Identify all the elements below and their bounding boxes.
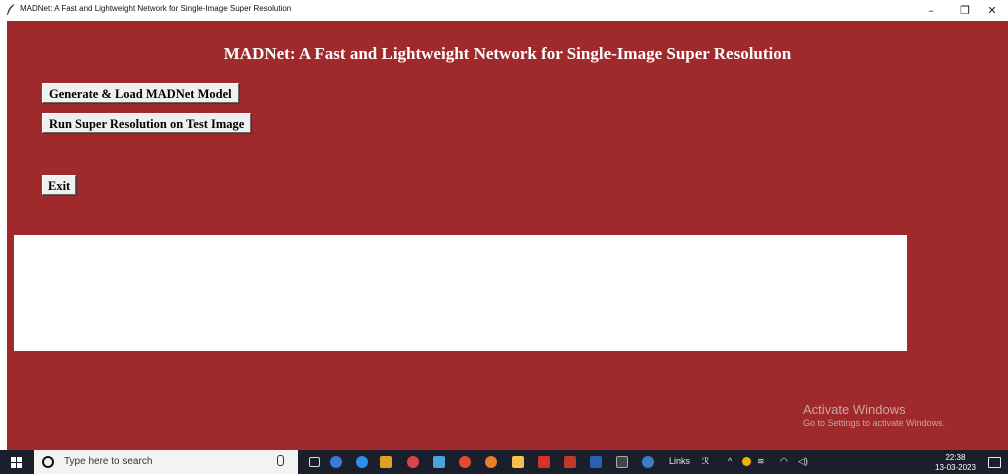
activate-windows-watermark: Activate Windows Go to Settings to activ…: [803, 402, 945, 428]
output-text-area[interactable]: [14, 235, 907, 351]
task-view-icon[interactable]: [309, 457, 320, 467]
file-explorer-icon[interactable]: [512, 456, 524, 468]
taskbar: Type here to search Links ℛ ^ ≋ ◠ ◁) 22:…: [0, 450, 1008, 474]
app-icon[interactable]: [564, 456, 576, 468]
app-icon[interactable]: [407, 456, 419, 468]
window-title: MADNet: A Fast and Lightweight Network f…: [20, 4, 292, 13]
acrobat-icon[interactable]: [538, 456, 550, 468]
links-toolbar[interactable]: Links: [669, 456, 690, 466]
tray-app-icon[interactable]: [742, 457, 751, 466]
network-icon[interactable]: ≋: [757, 456, 765, 467]
window-titlebar: MADNet: A Fast and Lightweight Network f…: [0, 0, 1008, 21]
notification-icon[interactable]: [988, 457, 1001, 468]
edge-icon[interactable]: [356, 456, 368, 468]
chevron-up-icon[interactable]: ^: [728, 456, 732, 466]
store-icon[interactable]: [380, 456, 392, 468]
close-button[interactable]: ✕: [975, 0, 1008, 21]
people-icon[interactable]: ℛ: [702, 456, 709, 467]
page-title: MADNet: A Fast and Lightweight Network f…: [223, 44, 792, 63]
app-canvas: MADNet: A Fast and Lightweight Network f…: [7, 21, 1008, 450]
microphone-icon[interactable]: [277, 455, 284, 466]
watermark-subtitle: Go to Settings to activate Windows.: [803, 418, 946, 428]
terminal-icon[interactable]: [616, 456, 628, 468]
watermark-title: Activate Windows: [803, 402, 906, 417]
cortana-icon: [42, 456, 54, 468]
feather-icon: [7, 4, 15, 15]
python-icon[interactable]: [642, 456, 654, 468]
windows-start-icon[interactable]: [11, 457, 22, 468]
run-super-resolution-button[interactable]: Run Super Resolution on Test Image: [42, 113, 252, 133]
app-icon[interactable]: [330, 456, 342, 468]
chrome-icon[interactable]: [459, 456, 471, 468]
chrome-canary-icon[interactable]: [485, 456, 497, 468]
taskbar-search-box[interactable]: Type here to search: [34, 450, 298, 474]
app-icon[interactable]: [433, 456, 445, 468]
system-clock[interactable]: 22:38 13-03-2023: [935, 453, 976, 473]
generate-load-model-button[interactable]: Generate & Load MADNet Model: [42, 83, 239, 103]
exit-button[interactable]: Exit: [42, 175, 77, 195]
word-icon[interactable]: [590, 456, 602, 468]
minimize-button[interactable]: –: [914, 0, 948, 21]
clock-time: 22:38: [945, 453, 966, 462]
wifi-icon[interactable]: ◠: [780, 456, 788, 467]
search-placeholder: Type here to search: [64, 456, 153, 467]
volume-icon[interactable]: ◁): [798, 456, 808, 467]
clock-date: 13-03-2023: [935, 463, 976, 472]
